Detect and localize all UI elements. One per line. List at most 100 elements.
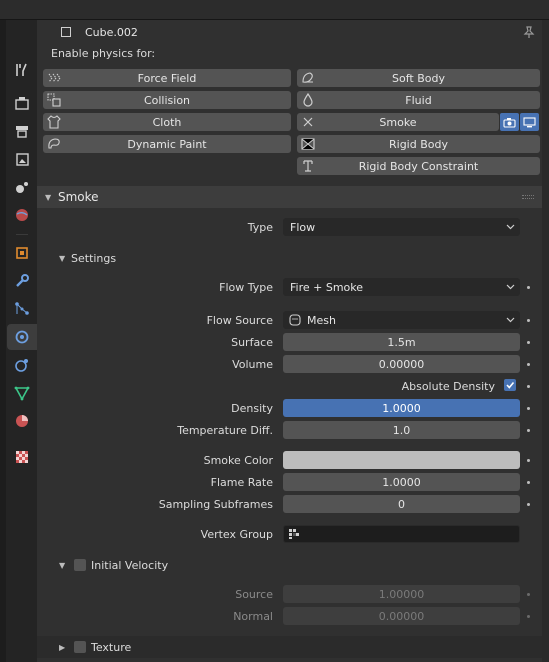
- sampling-subframes-label: Sampling Subframes: [158, 498, 273, 511]
- top-strip: [0, 0, 549, 20]
- vertex-group-field[interactable]: [283, 525, 520, 543]
- smoke-color-swatch[interactable]: [283, 451, 520, 469]
- tab-modifiers[interactable]: [7, 268, 37, 294]
- type-label: Type: [247, 221, 273, 234]
- soft-body-icon: [302, 72, 313, 83]
- temperature-diff-field[interactable]: 1.0: [283, 421, 520, 439]
- tab-render[interactable]: [7, 90, 37, 116]
- expand-triangle-icon: ▼: [59, 560, 66, 570]
- close-icon: [303, 117, 313, 127]
- particles-icon: [15, 302, 29, 315]
- checkmark-icon: [506, 381, 515, 389]
- keyframe-dot[interactable]: [527, 286, 530, 289]
- sampling-subframes-field[interactable]: 0: [283, 495, 520, 513]
- vertex-group-label: Vertex Group: [200, 528, 273, 541]
- rigid-body-constraint-button[interactable]: Rigid Body Constraint: [297, 157, 540, 175]
- type-dropdown[interactable]: Flow: [283, 218, 520, 236]
- dynamic-paint-button[interactable]: Dynamic Paint: [43, 135, 291, 153]
- volume-field[interactable]: 0.00000: [283, 355, 520, 373]
- force-field-button[interactable]: Force Field: [43, 69, 291, 87]
- keyframe-dot[interactable]: [527, 363, 530, 366]
- tab-particles[interactable]: [7, 296, 37, 322]
- absolute-density-checkbox[interactable]: [504, 379, 516, 391]
- vertex-group-icon: [289, 529, 299, 539]
- rigid-body-icon: [301, 138, 315, 150]
- surface-label: Surface: [231, 336, 273, 349]
- object-type-icon: [61, 27, 71, 37]
- normal-field[interactable]: 0.00000: [283, 607, 520, 625]
- normal-label: Normal: [233, 610, 273, 623]
- rigid-body-button[interactable]: Rigid Body: [297, 135, 540, 153]
- collapse-triangle-icon: ▶: [59, 642, 66, 652]
- scrollbar[interactable]: [542, 20, 549, 662]
- expand-triangle-icon: ▼: [45, 192, 52, 202]
- flow-type-dropdown[interactable]: Fire + Smoke: [283, 278, 520, 296]
- pin-icon[interactable]: [522, 25, 536, 39]
- keyframe-dot[interactable]: [527, 429, 530, 432]
- dynamic-paint-icon: [48, 138, 60, 149]
- keyframe-dot[interactable]: [527, 385, 530, 388]
- texture-subpanel-header[interactable]: ▶ Texture: [37, 636, 542, 658]
- source-label: Source: [235, 588, 273, 601]
- source-field[interactable]: 1.00000: [283, 585, 520, 603]
- enable-physics-label: Enable physics for:: [51, 47, 156, 60]
- output-icon: [16, 126, 28, 138]
- cloth-button[interactable]: Cloth: [43, 113, 291, 131]
- keyframe-dot[interactable]: [527, 459, 530, 462]
- texture-checkbox[interactable]: [74, 641, 86, 653]
- tab-tool[interactable]: [7, 57, 37, 83]
- texture-title: Texture: [91, 640, 132, 654]
- object-icon: [16, 247, 28, 259]
- drag-grip-icon[interactable]: [522, 195, 534, 199]
- flame-rate-label: Flame Rate: [210, 476, 273, 489]
- constraints-icon: [15, 359, 28, 372]
- tab-constraints[interactable]: [7, 352, 37, 378]
- smoke-button[interactable]: Smoke: [297, 113, 499, 131]
- tab-output[interactable]: [7, 118, 37, 144]
- tab-object-data[interactable]: [7, 380, 37, 406]
- collision-button[interactable]: Collision: [43, 91, 291, 109]
- camera-icon: [503, 117, 516, 128]
- flow-source-dropdown[interactable]: Mesh: [283, 311, 520, 329]
- chevron-down-icon: [506, 224, 515, 230]
- smoke-panel-header[interactable]: ▼ Smoke: [37, 186, 542, 208]
- fluid-button[interactable]: Fluid: [297, 91, 540, 109]
- soft-body-button[interactable]: Soft Body: [297, 69, 540, 87]
- initial-velocity-checkbox[interactable]: [74, 559, 86, 571]
- smoke-viewport-toggle[interactable]: [520, 113, 539, 131]
- initial-velocity-subpanel-header[interactable]: ▼ Initial Velocity: [37, 555, 542, 575]
- flame-rate-field[interactable]: 1.0000: [283, 473, 520, 491]
- keyframe-dot[interactable]: [527, 319, 530, 322]
- absolute-density-label: Absolute Density: [401, 380, 495, 393]
- tab-physics[interactable]: [7, 324, 37, 350]
- tab-texture[interactable]: [7, 444, 37, 470]
- initial-velocity-title: Initial Velocity: [91, 558, 169, 572]
- keyframe-dot[interactable]: [527, 407, 530, 410]
- keyframe-dot[interactable]: [527, 481, 530, 484]
- properties-panel: Cube.002 Enable physics for: Force Field…: [37, 20, 542, 662]
- surface-field[interactable]: 1.5m: [283, 333, 520, 351]
- tab-material[interactable]: [7, 408, 37, 434]
- tab-view-layer[interactable]: [7, 146, 37, 172]
- tab-world[interactable]: [7, 202, 37, 228]
- flow-source-label: Flow Source: [206, 314, 273, 327]
- rigid-body-constraint-icon: [303, 160, 313, 172]
- tab-object[interactable]: [7, 240, 37, 266]
- tool-icon: [16, 63, 27, 76]
- smoke-panel-title: Smoke: [58, 190, 99, 204]
- keyframe-dot[interactable]: [527, 593, 530, 596]
- render-icon: [15, 97, 29, 110]
- expand-triangle-icon: ▼: [59, 253, 66, 263]
- smoke-render-toggle[interactable]: [500, 113, 519, 131]
- tab-scene[interactable]: [7, 174, 37, 200]
- keyframe-dot[interactable]: [527, 341, 530, 344]
- keyframe-dot[interactable]: [527, 503, 530, 506]
- keyframe-dot[interactable]: [527, 615, 530, 618]
- density-slider[interactable]: 1.0000: [283, 399, 520, 417]
- flow-type-label: Flow Type: [219, 281, 273, 294]
- view-layer-icon: [16, 153, 29, 166]
- material-icon: [16, 415, 28, 427]
- physics-icon: [15, 330, 29, 344]
- properties-tab-bar: [6, 20, 37, 662]
- settings-subpanel-header[interactable]: ▼ Settings: [37, 248, 542, 268]
